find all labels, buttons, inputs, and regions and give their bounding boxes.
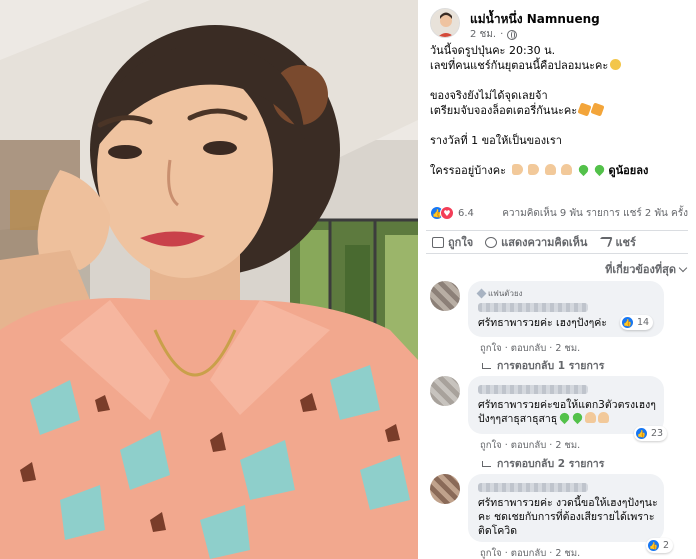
green-heart-emoji-icon — [576, 162, 590, 177]
commenter-name-redacted[interactable] — [478, 303, 588, 312]
sad-face-emoji-icon — [610, 59, 622, 70]
comments-shares-count[interactable]: ความคิดเห็น 9 พัน รายการ แชร์ 2 พัน ครั้… — [502, 206, 688, 221]
comment-text: ศรัทธาพารวยค่ะ งวดนี้ขอให้เฮงๆปังๆนะ — [478, 497, 658, 509]
post-stats: 👍 ♥ 6.4 ความคิดเห็น 9 พัน รายการ แชร์ 2 … — [430, 205, 688, 221]
commenter-avatar[interactable] — [430, 474, 460, 504]
comment-label: แสดงความคิดเห็น — [501, 236, 588, 249]
comment-button[interactable]: แสดงความคิดเห็น — [479, 233, 593, 251]
sort-label: ที่เกี่ยวข้องที่สุด — [605, 263, 676, 276]
commenter-name-redacted[interactable] — [478, 483, 588, 492]
share-label: แชร์ — [615, 236, 636, 249]
diamond-icon — [476, 288, 487, 299]
separator-dot: · — [500, 29, 504, 40]
post-line: ใครรออยู่บ้างคะ ดูน้อยลง — [430, 162, 649, 177]
post-header: แม่น้ำหนึ่ง Namnueng 2 ชม. · — [430, 8, 688, 44]
post-panel: แม่น้ำหนึ่ง Namnueng 2 ชม. · วันนี้จดรูป… — [418, 0, 696, 559]
comment-reactions[interactable]: 👍 14 — [620, 315, 654, 330]
pointing-hand-emoji-icon — [528, 164, 540, 175]
praying-hands-emoji-icon — [598, 412, 610, 423]
see-less-link[interactable]: ดูน้อยลง — [609, 164, 649, 177]
author-avatar[interactable] — [430, 8, 460, 38]
reply-arrow-icon — [482, 362, 491, 369]
like-label: ถูกใจ — [448, 236, 474, 249]
green-heart-emoji-icon — [558, 410, 572, 425]
like-reaction-icon: 👍 — [621, 316, 634, 329]
view-replies-link[interactable]: การตอบกลับ 2 รายการ — [482, 455, 604, 472]
like-reaction-icon: 👍 — [635, 427, 648, 440]
thumbs-up-icon — [432, 236, 444, 248]
comment-actions[interactable]: ถูกใจ · ตอบกลับ · 2 ชม. — [480, 438, 580, 453]
share-button[interactable]: แชร์ — [593, 233, 641, 251]
post-line: วันนี้จดรูปปุ่นคะ 20:30 น. — [430, 44, 556, 57]
post-photo[interactable] — [0, 0, 418, 559]
globe-icon — [507, 29, 518, 40]
green-heart-emoji-icon — [571, 410, 585, 425]
comment-sort-dropdown[interactable]: ที่เกี่ยวข้องที่สุด — [605, 260, 688, 278]
comment-bubble: ศรัทธาพารวยค่ะ งวดนี้ขอให้เฮงๆปังๆนะ คะ … — [468, 474, 664, 542]
comment-text: ศรัทธาพารวยค่ะขอให้แตก3ตัวตรงเฮงๆ — [478, 399, 656, 411]
comment-actions[interactable]: ถูกใจ · ตอบกลับ · 2 ชม. — [480, 546, 580, 559]
love-reaction-icon[interactable]: ♥ — [440, 206, 454, 220]
like-reaction-icon: 👍 — [647, 539, 660, 552]
reaction-count[interactable]: 6.4 — [458, 208, 474, 219]
pointing-hand-emoji-icon — [511, 164, 523, 175]
comment-text: ปังๆๆสาธุสาธุสาธุ — [478, 410, 654, 426]
comment-reactions[interactable]: 👍 2 — [646, 538, 674, 553]
post-line: เลขที่คนแชร์กันยุตอนนี้คือปลอมนะคะ — [430, 58, 692, 73]
chevron-down-icon — [678, 263, 688, 273]
commenter-name-redacted[interactable] — [478, 385, 588, 394]
praying-hands-emoji-icon — [561, 164, 573, 175]
like-button[interactable]: ถูกใจ — [426, 233, 479, 251]
comment-bubble: ศรัทธาพารวยค่ะขอให้แตก3ตัวตรงเฮงๆ ปังๆๆส… — [468, 376, 664, 434]
commenter-avatar[interactable] — [430, 376, 460, 406]
view-replies-link[interactable]: การตอบกลับ 1 รายการ — [482, 357, 604, 374]
post-actions: ถูกใจ แสดงความคิดเห็น แชร์ — [426, 230, 688, 254]
praying-hands-emoji-icon — [585, 412, 597, 423]
party-popper-emoji-icon — [590, 102, 605, 117]
comment-text: คะ ชดเชยกับการที่ต้องเสียรายได้เพราะ — [478, 511, 655, 523]
green-heart-emoji-icon — [592, 162, 607, 177]
comment-text: ติดโควิด — [478, 525, 518, 537]
post-line: เตรียมจับจองล็อตเตอรี่กันนะคะ — [430, 102, 692, 118]
post-line: รางวัลที่ 1 ขอให้เป็นของเรา — [430, 134, 562, 147]
commenter-avatar[interactable] — [430, 281, 460, 311]
woman-selfie-illustration — [0, 0, 418, 559]
post-time[interactable]: 2 ชม. — [470, 27, 496, 42]
share-arrow-icon — [597, 237, 614, 247]
comment-bubble-icon — [485, 236, 498, 248]
top-fan-badge: แฟนตัวยง — [476, 287, 654, 300]
praying-hands-emoji-icon — [544, 164, 556, 175]
comment-actions[interactable]: ถูกใจ · ตอบกลับ · 2 ชม. — [480, 341, 580, 356]
post-body: วันนี้จดรูปปุ่นคะ 20:30 น. เลขที่คนแชร์ก… — [430, 43, 692, 178]
comment-reactions[interactable]: 👍 23 — [634, 426, 668, 441]
post-line: ของจริงยังไม่ได้จุดเลยจ้า — [430, 89, 548, 102]
post-meta: 2 ชม. · — [470, 27, 518, 42]
party-popper-emoji-icon — [577, 102, 592, 117]
reply-arrow-icon — [482, 460, 491, 467]
